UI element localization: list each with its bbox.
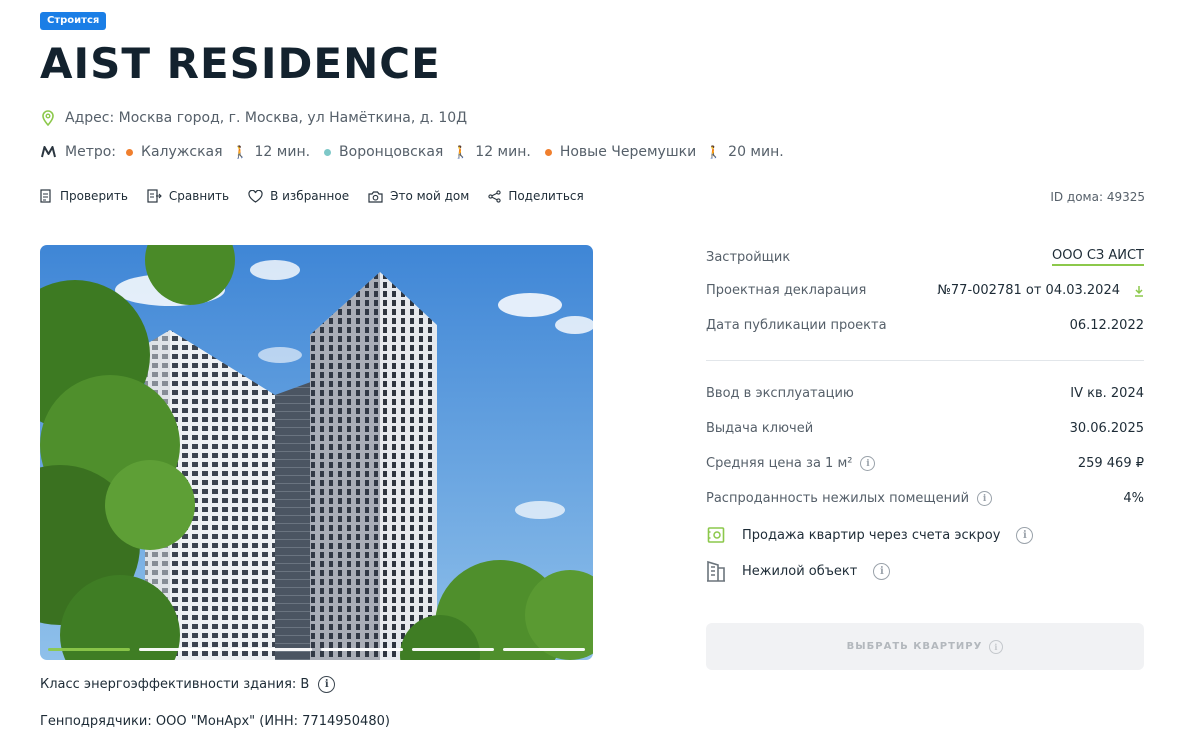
spec-value: 259 469 ₽ (1077, 456, 1144, 471)
check-button[interactable]: Проверить (40, 189, 128, 203)
declaration-value[interactable]: №77-002781 от 04.03.2024 (937, 283, 1144, 298)
address-row: Адрес: Москва город, г. Москва, ул Намёт… (40, 108, 467, 128)
spec-value: 4% (1123, 491, 1144, 506)
metro-row: Метро: Калужская 🚶 12 мин. Воронцовская … (40, 142, 798, 162)
energy-class-text: Класс энергоэффективности здания: B (40, 677, 310, 692)
spec-value: 06.12.2022 (1069, 318, 1144, 333)
info-icon[interactable]: i (989, 639, 1004, 654)
walking-icon: 🚶 (232, 145, 248, 159)
house-id: ID дома: 49325 (1050, 190, 1145, 204)
spec-label: Ввод в эксплуатацию (706, 386, 854, 401)
metro-station-name: Калужская (141, 144, 223, 160)
compare-label: Сравнить (168, 189, 230, 203)
metro-label: Метро: (65, 144, 117, 160)
compare-button[interactable]: Сравнить (147, 189, 229, 203)
metro-walk-time: 20 мин. (728, 144, 784, 160)
walking-icon: 🚶 (706, 145, 722, 159)
my-home-label: Это мой дом (390, 189, 470, 203)
check-label: Проверить (60, 189, 128, 203)
gallery-dot[interactable] (48, 648, 130, 651)
action-bar: Проверить Сравнить В избранное Это мой д… (40, 189, 603, 203)
gallery-dot[interactable] (230, 648, 312, 651)
address-text: Адрес: Москва город, г. Москва, ул Намёт… (65, 110, 468, 126)
spec-label-with-info: Средняя цена за 1 м² i (706, 456, 876, 471)
feature-nonresidential: Нежилой объект i (706, 560, 891, 582)
share-icon (488, 189, 501, 203)
compare-icon (147, 189, 162, 203)
metro-walk-time: 12 мин. (475, 144, 531, 160)
gallery-pager (48, 648, 585, 651)
spec-label: Застройщик (706, 249, 791, 265)
general-contractor-text: Генподрядчики: ООО "МонАрх" (ИНН: 771495… (40, 714, 390, 729)
declaration-number: №77-002781 от 04.03.2024 (937, 283, 1120, 298)
spec-label: Дата публикации проекта (706, 318, 887, 333)
feature-label: Нежилой объект (742, 563, 858, 579)
info-icon[interactable]: i (860, 456, 876, 471)
divider (706, 360, 1144, 361)
spec-declaration: Проектная декларация №77-002781 от 04.03… (706, 283, 1144, 298)
gallery-dot[interactable] (321, 648, 403, 651)
metro-station[interactable]: Воронцовская 🚶 12 мин. (324, 144, 531, 160)
spec-value: 30.06.2025 (1069, 421, 1144, 436)
metro-station-name: Новые Черемушки (559, 144, 697, 160)
download-icon[interactable] (1134, 285, 1144, 297)
cta-label: ВЫБРАТЬ КВАРТИРУ (846, 641, 983, 652)
camera-icon (368, 190, 383, 203)
my-home-button[interactable]: Это мой дом (368, 189, 469, 203)
building-icon (706, 560, 726, 582)
spec-commissioning: Ввод в эксплуатацию IV кв. 2024 (706, 386, 1144, 401)
metro-station[interactable]: Калужская 🚶 12 мин. (126, 144, 310, 160)
feature-label: Продажа квартир через счета эскроу (742, 527, 1001, 543)
metro-station[interactable]: Новые Черемушки 🚶 20 мин. (544, 144, 784, 160)
metro-station-name: Воронцовская (339, 144, 444, 160)
favorite-button[interactable]: В избранное (248, 189, 349, 203)
spec-publication-date: Дата публикации проекта 06.12.2022 (706, 318, 1144, 333)
escrow-safe-icon (706, 524, 726, 546)
page-title: AIST RESIDENCE (40, 39, 441, 88)
metro-line-dot (324, 148, 332, 156)
choose-apartment-button[interactable]: ВЫБРАТЬ КВАРТИРУ i (706, 623, 1144, 670)
spec-keys: Выдача ключей 30.06.2025 (706, 421, 1144, 436)
metro-line-dot (126, 148, 134, 156)
energy-class-row: Класс энергоэффективности здания: B i (40, 676, 336, 693)
share-button[interactable]: Поделиться (488, 189, 584, 203)
walking-icon: 🚶 (453, 145, 469, 159)
heart-icon (248, 189, 263, 203)
metro-walk-time: 12 мин. (254, 144, 311, 160)
location-pin-icon (40, 108, 56, 128)
developer-link[interactable]: ООО СЗ АИСТ (1051, 248, 1144, 266)
spec-value: IV кв. 2024 (1070, 386, 1144, 401)
gallery-dot[interactable] (412, 648, 494, 651)
favorite-label: В избранное (270, 189, 350, 203)
spec-label: Распроданность нежилых помещений (706, 491, 970, 506)
gallery-dot[interactable] (503, 648, 585, 651)
share-label: Поделиться (508, 189, 584, 203)
gallery-dot[interactable] (139, 648, 221, 651)
spec-label-with-info: Распроданность нежилых помещений i (706, 491, 993, 506)
metro-line-dot (544, 148, 552, 156)
spec-sold-nonresidential: Распроданность нежилых помещений i 4% (706, 491, 1144, 506)
feature-escrow: Продажа квартир через счета эскроу i (706, 524, 1034, 546)
general-contractor-row: Генподрядчики: ООО "МонАрх" (ИНН: 771495… (40, 714, 390, 729)
building-photo-gallery[interactable] (40, 245, 593, 660)
spec-avg-price: Средняя цена за 1 м² i 259 469 ₽ (706, 456, 1144, 471)
document-check-icon (40, 189, 51, 203)
info-icon[interactable]: i (977, 491, 993, 506)
spec-label: Средняя цена за 1 м² (706, 456, 853, 471)
spec-developer: Застройщик ООО СЗ АИСТ (706, 248, 1144, 266)
building-photo (40, 245, 593, 660)
info-icon[interactable]: i (1016, 526, 1034, 544)
info-icon[interactable]: i (318, 676, 336, 693)
metro-icon (40, 142, 56, 162)
spec-label: Выдача ключей (706, 421, 814, 436)
info-icon[interactable]: i (873, 562, 891, 580)
spec-label: Проектная декларация (706, 283, 867, 298)
status-badge: Строится (40, 12, 107, 30)
